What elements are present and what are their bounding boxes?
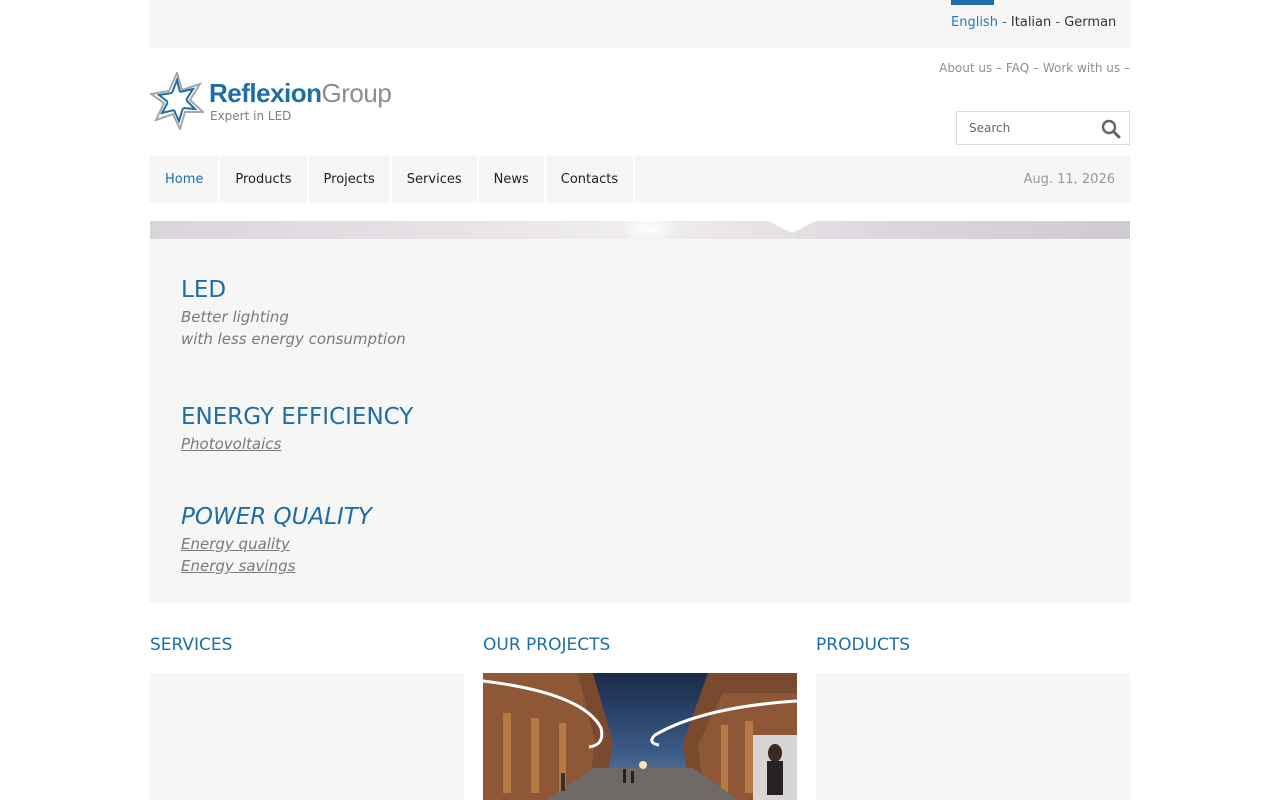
hero-led-line-1: Better lighting (181, 308, 289, 326)
link-work-with-us[interactable]: Work with us (1043, 61, 1120, 75)
language-switcher: English - Italian - German (951, 15, 1117, 30)
banner-notch (768, 221, 816, 233)
link-about-us[interactable]: About us (939, 61, 992, 75)
link-faq[interactable]: FAQ (1006, 61, 1029, 75)
nav-projects[interactable]: Projects (309, 156, 392, 203)
language-bar: English - Italian - German (150, 0, 1130, 48)
hero-energy: ENERGY EFFICIENCY Photovoltaics (181, 404, 413, 455)
search-box (956, 111, 1130, 145)
active-language-indicator (951, 0, 994, 5)
link-photovoltaics[interactable]: Photovoltaics (181, 433, 413, 455)
products-card[interactable] (816, 673, 1130, 800)
nav-contacts[interactable]: Contacts (546, 156, 636, 203)
hero-panel: LED Better lighting with less energy con… (150, 239, 1130, 603)
utility-links: About us – FAQ – Work with us – (939, 61, 1130, 75)
column-projects-title[interactable]: OUR PROJECTS (483, 635, 797, 673)
brand-name: ReflexionGroup (209, 78, 392, 108)
column-projects: OUR PROJECTS (483, 603, 797, 800)
hero-energy-title: ENERGY EFFICIENCY (181, 404, 414, 430)
logo[interactable]: ReflexionGroup Expert in LED (150, 72, 410, 132)
magnifier-icon[interactable] (1101, 119, 1121, 139)
hero-power-title: POWER QUALITY (181, 504, 372, 530)
column-products: PRODUCTS (816, 603, 1130, 800)
hero-power: POWER QUALITY Energy quality Energy savi… (181, 504, 372, 577)
banner-image (150, 221, 1130, 239)
nav-news[interactable]: News (479, 156, 546, 203)
banner-light (620, 221, 680, 239)
feature-columns: SERVICES OUR PROJECTS PRODUCTS (150, 603, 1130, 800)
language-italian[interactable]: Italian (1011, 15, 1051, 30)
language-german[interactable]: German (1064, 15, 1116, 30)
link-energy-savings[interactable]: Energy savings (181, 555, 372, 577)
main-nav: Home Products Projects Services News Con… (150, 156, 1130, 203)
link-energy-quality[interactable]: Energy quality (181, 533, 372, 555)
nav-products[interactable]: Products (220, 156, 309, 203)
brand-tagline: Expert in LED (210, 109, 292, 123)
page: English - Italian - German ReflexionGrou… (150, 0, 1130, 800)
nav-home[interactable]: Home (150, 156, 221, 203)
column-products-title[interactable]: PRODUCTS (816, 635, 1130, 673)
hero-led-line-2: with less energy consumption (181, 330, 406, 348)
search-input[interactable] (957, 112, 1095, 144)
hero-led-title: LED (181, 277, 227, 303)
column-services: SERVICES (150, 603, 464, 800)
services-card[interactable] (150, 673, 464, 800)
current-date: Aug. 11, 2026 (1023, 172, 1115, 187)
column-services-title[interactable]: SERVICES (150, 635, 464, 673)
site-header: ReflexionGroup Expert in LED About us – … (150, 48, 1130, 156)
language-english[interactable]: English (951, 15, 998, 30)
project-photo (483, 673, 797, 800)
star-logo-icon (150, 72, 204, 130)
projects-card[interactable] (483, 673, 797, 800)
hero-led: LED Better lighting with less energy con… (181, 277, 406, 350)
nav-services[interactable]: Services (392, 156, 479, 203)
